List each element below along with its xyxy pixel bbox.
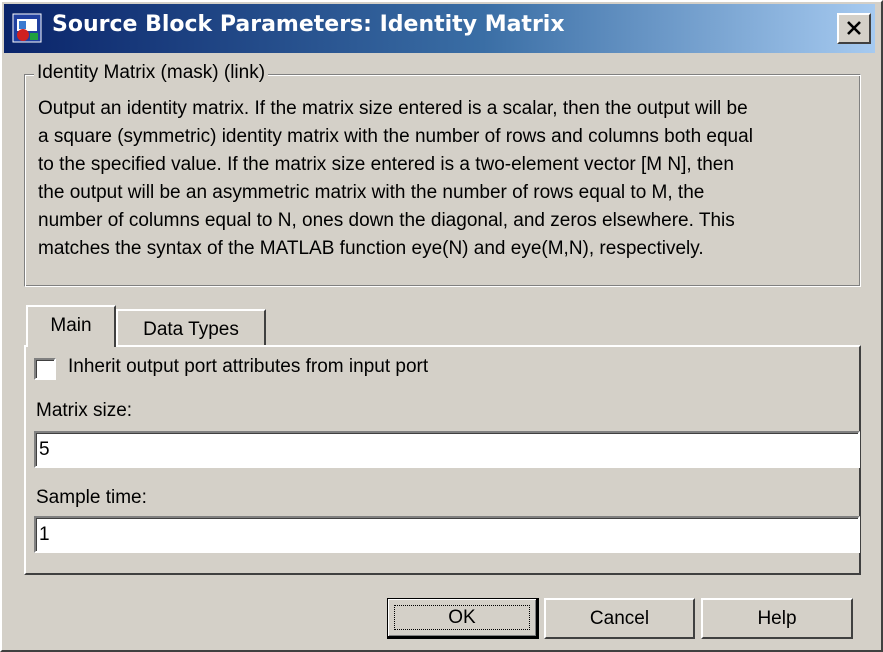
inherit-attributes-checkbox[interactable]	[34, 358, 56, 380]
window-title: Source Block Parameters: Identity Matrix	[52, 12, 565, 37]
description-line: matches the syntax of the MATLAB functio…	[38, 238, 704, 259]
sample-time-input[interactable]	[34, 516, 860, 553]
tab-data-types[interactable]: Data Types	[116, 309, 266, 347]
cancel-button[interactable]: Cancel	[544, 598, 695, 639]
description-line: number of columns equal to N, ones down …	[38, 210, 735, 231]
focus-rectangle	[394, 605, 530, 630]
matrix-size-label: Matrix size:	[36, 400, 133, 421]
ok-button[interactable]: OK	[387, 598, 539, 639]
matrix-size-input[interactable]	[34, 431, 860, 468]
simulink-block-icon	[12, 13, 42, 43]
tab-main[interactable]: Main	[26, 305, 116, 347]
description-line: a square (symmetric) identity matrix wit…	[38, 126, 753, 147]
close-x-icon	[847, 21, 861, 35]
title-bar[interactable]: Source Block Parameters: Identity Matrix	[4, 4, 875, 53]
help-button[interactable]: Help	[701, 598, 853, 639]
sample-time-label: Sample time:	[36, 487, 147, 508]
description-line: Output an identity matrix. If the matrix…	[38, 98, 748, 119]
close-button[interactable]	[837, 13, 871, 44]
inherit-attributes-label[interactable]: Inherit output port attributes from inpu…	[68, 356, 428, 378]
description-line: the output will be an asymmetric matrix …	[38, 182, 705, 203]
group-title: Identity Matrix (mask) (link)	[34, 62, 269, 84]
description-line: to the specified value. If the matrix si…	[38, 154, 734, 175]
